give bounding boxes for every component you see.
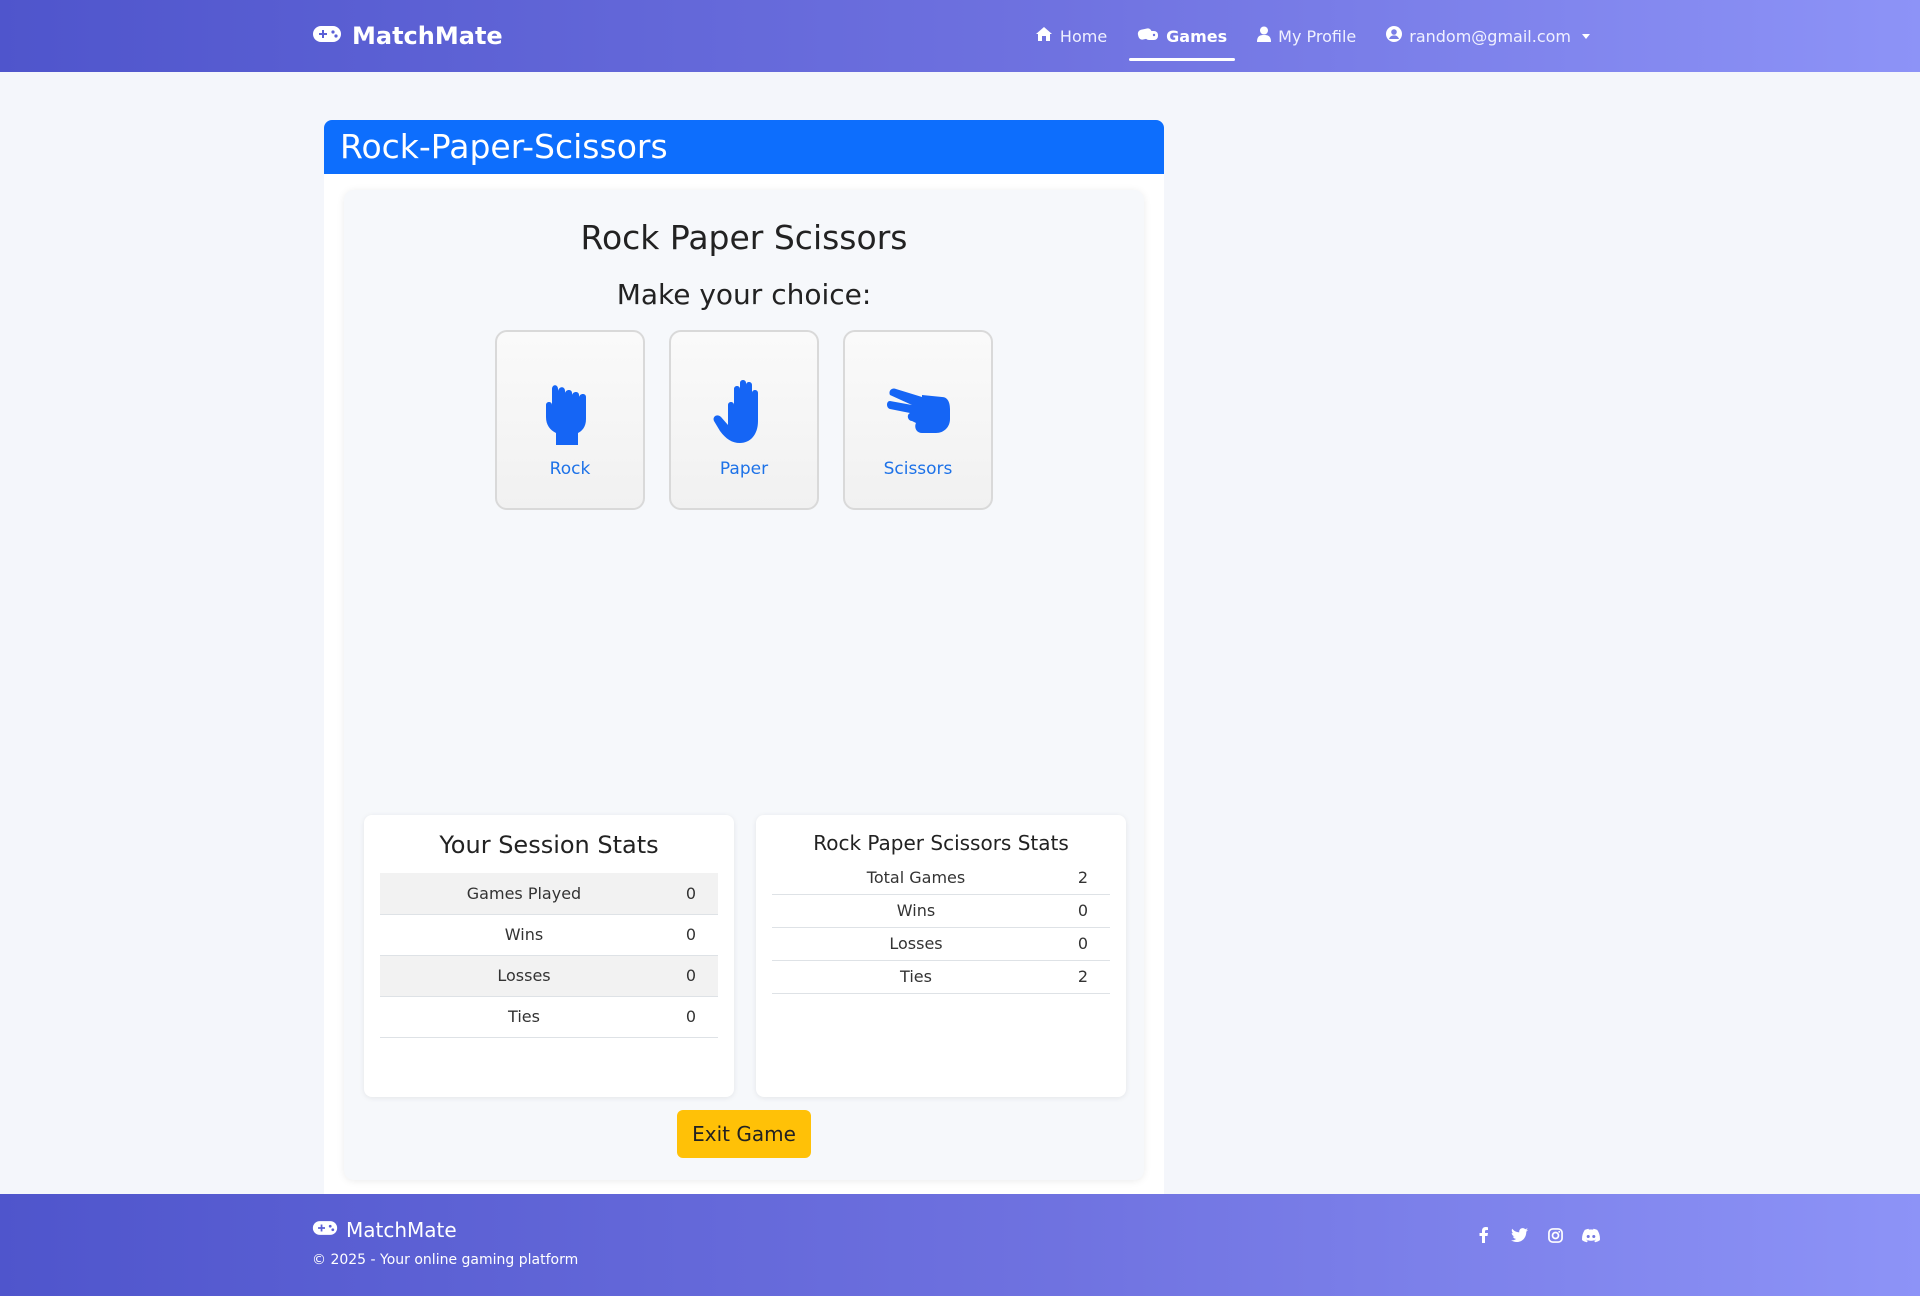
hand-paper-icon xyxy=(712,361,776,451)
scissors-button[interactable]: Scissors xyxy=(843,330,993,510)
chevron-down-icon xyxy=(1582,33,1590,39)
table-row: Wins 0 xyxy=(380,914,718,956)
stat-label: Wins xyxy=(380,914,668,956)
stat-value: 0 xyxy=(1060,927,1110,961)
brand-logo[interactable]: MatchMate xyxy=(312,18,503,54)
nav-item-games[interactable]: Games xyxy=(1129,12,1236,61)
stat-value: 0 xyxy=(1060,894,1110,928)
stat-value: 2 xyxy=(1060,960,1110,994)
game-stats-title: Rock Paper Scissors Stats xyxy=(813,831,1069,855)
table-row: Losses 0 xyxy=(772,927,1110,961)
session-stats-table: Games Played 0 Wins 0 Losses 0 Ties 0 xyxy=(380,873,718,1038)
nav-item-home[interactable]: Home xyxy=(1027,12,1115,60)
game-stats-table: Total Games 2 Wins 0 Losses 0 Ties 2 xyxy=(772,861,1110,994)
discord-icon[interactable] xyxy=(1582,1226,1600,1244)
game-panel: Rock Paper Scissors Make your choice: Ro… xyxy=(344,190,1144,1180)
footer: MatchMate © 2025 - Your online gaming pl… xyxy=(0,1194,1920,1296)
stat-label: Losses xyxy=(772,927,1060,961)
card-header: Rock-Paper-Scissors xyxy=(324,120,1164,174)
nav-item-profile[interactable]: My Profile xyxy=(1249,12,1364,60)
stat-label: Ties xyxy=(380,996,668,1038)
table-row: Losses 0 xyxy=(380,955,718,997)
stat-value: 2 xyxy=(1060,861,1110,895)
paper-button[interactable]: Paper xyxy=(669,330,819,510)
stat-label: Ties xyxy=(772,960,1060,994)
user-circle-icon xyxy=(1386,26,1403,46)
game-card: Rock-Paper-Scissors Rock Paper Scissors … xyxy=(324,120,1164,1196)
stat-label: Total Games xyxy=(772,861,1060,895)
nav-item-label: Home xyxy=(1059,26,1108,46)
footer-brand: MatchMate xyxy=(312,1218,457,1242)
nav-item-label: My Profile xyxy=(1278,26,1357,46)
table-row: Total Games 2 xyxy=(772,861,1110,895)
stat-value: 0 xyxy=(668,914,718,956)
choice-group: Rock Paper Scissors xyxy=(495,330,993,510)
gamepad-icon xyxy=(312,1218,338,1242)
session-stats-title: Your Session Stats xyxy=(439,831,659,859)
nav-item-label: Games xyxy=(1166,26,1228,46)
facebook-icon[interactable] xyxy=(1474,1226,1492,1244)
rock-button[interactable]: Rock xyxy=(495,330,645,510)
gamepad-icon xyxy=(1137,26,1159,46)
stat-value: 0 xyxy=(668,955,718,997)
session-stats-card: Your Session Stats Games Played 0 Wins 0 L… xyxy=(364,815,734,1097)
paper-label: Paper xyxy=(719,459,769,479)
nav-links: Home Games My Profile random@gmail.com xyxy=(1027,0,1598,72)
brand-name: MatchMate xyxy=(352,22,503,50)
stat-label: Wins xyxy=(772,894,1060,928)
user-icon xyxy=(1257,26,1272,46)
table-row: Wins 0 xyxy=(772,894,1110,928)
home-icon xyxy=(1035,26,1053,46)
hand-rock-icon xyxy=(538,361,602,451)
game-title: Rock Paper Scissors xyxy=(580,218,908,257)
twitter-icon[interactable] xyxy=(1510,1226,1528,1244)
table-row: Games Played 0 xyxy=(380,873,718,915)
stat-value: 0 xyxy=(668,873,718,915)
account-dropdown[interactable]: random@gmail.com xyxy=(1378,12,1598,60)
social-links xyxy=(1474,1226,1600,1244)
rock-label: Rock xyxy=(549,459,591,479)
account-email: random@gmail.com xyxy=(1409,26,1571,46)
exit-game-button[interactable]: Exit Game xyxy=(677,1110,811,1158)
stat-label: Losses xyxy=(380,955,668,997)
gamepad-icon xyxy=(312,22,342,50)
stat-label: Games Played xyxy=(380,873,668,915)
table-row: Ties 0 xyxy=(380,996,718,1038)
table-row: Ties 2 xyxy=(772,960,1110,994)
stat-value: 0 xyxy=(668,996,718,1038)
navbar: MatchMate Home Games My Profile random@g… xyxy=(0,0,1920,72)
game-stats-card: Rock Paper Scissors Stats Total Games 2 W… xyxy=(756,815,1126,1097)
hand-scissors-icon xyxy=(886,361,950,451)
footer-brand-name: MatchMate xyxy=(346,1218,457,1242)
footer-copyright: © 2025 - Your online gaming platform xyxy=(312,1252,579,1268)
choice-prompt: Make your choice: xyxy=(616,278,872,311)
scissors-label: Scissors xyxy=(883,459,953,479)
instagram-icon[interactable] xyxy=(1546,1226,1564,1244)
